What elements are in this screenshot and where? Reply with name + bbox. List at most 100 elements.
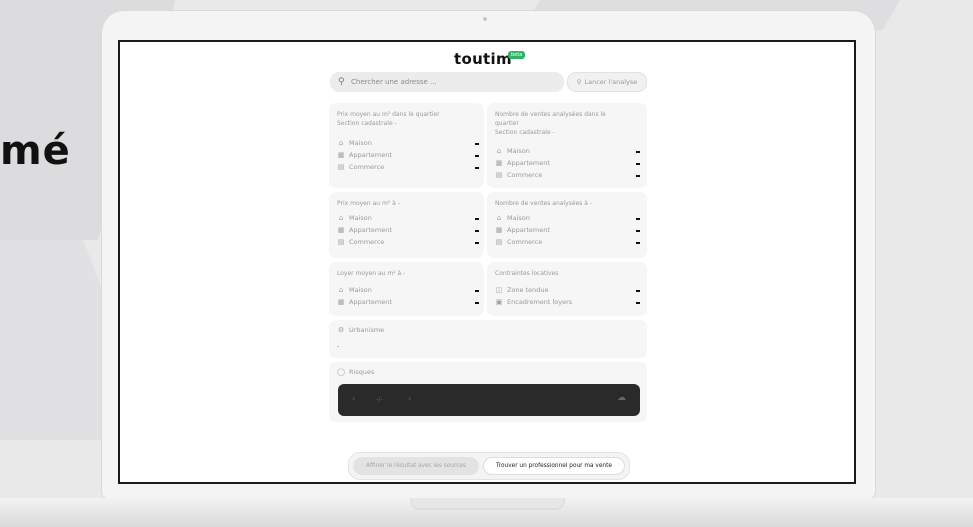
house-icon: ⌂ — [496, 147, 502, 155]
value-dash — [636, 230, 640, 232]
risks-header: ◯ Risques — [337, 368, 374, 376]
shop-icon: ▤ — [495, 238, 503, 246]
warning-icon: ◯ — [337, 368, 345, 376]
row-commerce: ▤ Commerce — [337, 238, 385, 246]
row-appartement: ▦ Appartement — [337, 226, 392, 234]
shop-icon: ▤ — [337, 163, 345, 171]
building-icon: ▦ — [495, 159, 503, 167]
chevron-left-icon[interactable]: ‹ — [352, 394, 355, 403]
launch-analysis-label: Lancer l'analyse — [584, 78, 638, 86]
cloud-download-icon[interactable]: ☁ — [617, 393, 626, 403]
row-label: Appartement — [349, 226, 392, 234]
row-label: Maison — [349, 214, 372, 222]
value-dash — [636, 175, 640, 177]
row-maison: ⌂ Maison — [337, 286, 372, 294]
beta-badge: beta — [508, 51, 526, 59]
card-title: Urbanisme — [349, 326, 385, 334]
card-title-line: Section cadastrale - — [495, 129, 555, 136]
frame-icon: ▣ — [495, 298, 503, 306]
search-icon: ⚲ — [338, 77, 345, 87]
value-dash — [636, 151, 640, 153]
search-input[interactable] — [351, 74, 551, 90]
chevron-right-icon[interactable]: › — [408, 394, 411, 403]
cropped-heading: mé — [0, 128, 71, 174]
row-commerce: ▤ Commerce — [495, 238, 543, 246]
building-icon: ▦ — [337, 226, 345, 234]
bottom-action-bar: Affiner le résultat avec les sources Tro… — [348, 452, 630, 480]
row-label: Commerce — [349, 163, 385, 171]
card-sales-quarter: Nombre de ventes analysées dans le quart… — [487, 103, 647, 188]
value-dash — [636, 290, 640, 292]
row-appartement: ▦ Appartement — [495, 159, 550, 167]
card-title-line: Nombre de ventes analysées dans le — [495, 111, 606, 118]
value-dash — [475, 143, 479, 145]
value-dash — [636, 242, 640, 244]
building-icon: ▦ — [337, 298, 345, 306]
row-label: Appartement — [507, 226, 550, 234]
row-label: Commerce — [349, 238, 385, 246]
grid-icon: ◫ — [495, 286, 503, 294]
card-rental-constraints: Contraintes locatives ◫ Zone tendue ▣ Enca… — [487, 262, 647, 316]
house-icon: ⌂ — [338, 286, 344, 294]
row-label: Maison — [507, 214, 530, 222]
card-title: Nombre de ventes analysées dans le quart… — [495, 110, 606, 137]
document-icon: ⚙ — [337, 326, 345, 334]
row-label: Commerce — [507, 171, 543, 179]
risks-carousel: ‹ -/- › ☁ — [338, 384, 640, 416]
card-title: Risques — [349, 368, 375, 376]
row-encadrement-loyers: ▣ Encadrement loyers — [495, 298, 573, 306]
row-maison: ⌂ Maison — [495, 214, 530, 222]
row-appartement: ▦ Appartement — [337, 151, 392, 159]
value-dash — [636, 163, 640, 165]
laptop-screen: toutim beta ⚲ ⚲ Lancer l'analyse Prix mo… — [118, 40, 856, 484]
refine-results-button[interactable]: Affiner le résultat avec les sources — [353, 457, 479, 475]
row-label: Appartement — [349, 298, 392, 306]
value-dash — [475, 167, 479, 169]
row-label: Maison — [349, 286, 372, 294]
search-icon: ⚲ — [576, 78, 582, 86]
row-zone-tendue: ◫ Zone tendue — [495, 286, 549, 294]
camera-dot — [483, 17, 487, 21]
card-price-quarter: Prix moyen au m² dans le quartier Sectio… — [329, 103, 484, 188]
row-appartement: ▦ Appartement — [495, 226, 550, 234]
card-title: Loyer moyen au m² à - — [337, 270, 406, 277]
card-rent-city: Loyer moyen au m² à - ⌂ Maison ▦ Apparteme… — [329, 262, 484, 316]
row-label: Encadrement loyers — [507, 298, 573, 306]
card-title: Prix moyen au m² à - — [337, 200, 400, 207]
value-dash — [475, 242, 479, 244]
value-dash — [475, 155, 479, 157]
building-icon: ▦ — [495, 226, 503, 234]
row-maison: ⌂ Maison — [337, 214, 372, 222]
card-price-city: Prix moyen au m² à - ⌂ Maison ▦ Appartemen… — [329, 192, 484, 258]
search-bar[interactable]: ⚲ — [330, 72, 564, 92]
row-label: Appartement — [507, 159, 550, 167]
house-icon: ⌂ — [338, 139, 344, 147]
app-logo[interactable]: toutim — [454, 50, 512, 68]
row-commerce: ▤ Commerce — [337, 163, 385, 171]
pager-indicator: -/- — [376, 395, 383, 403]
card-title-line: Section cadastrale - — [337, 120, 397, 127]
row-label: Commerce — [507, 238, 543, 246]
house-icon: ⌂ — [496, 214, 502, 222]
building-icon: ▦ — [337, 151, 345, 159]
shop-icon: ▤ — [337, 238, 345, 246]
urbanism-header: ⚙ Urbanisme — [337, 326, 384, 334]
row-label: Maison — [507, 147, 530, 155]
card-title-line: quartier — [495, 120, 519, 127]
value-dash — [475, 302, 479, 304]
value-dash — [636, 302, 640, 304]
find-professional-button[interactable]: Trouver un professionnel pour ma vente — [483, 457, 625, 475]
row-maison: ⌂ Maison — [495, 147, 530, 155]
card-sales-city: Nombre de ventes analysées à - ⌂ Maison ▦… — [487, 192, 647, 258]
row-label: Appartement — [349, 151, 392, 159]
value-dash — [475, 290, 479, 292]
launch-analysis-button[interactable]: ⚲ Lancer l'analyse — [567, 72, 647, 92]
shop-icon: ▤ — [495, 171, 503, 179]
card-title: Nombre de ventes analysées à - — [495, 200, 592, 207]
value-dash — [475, 218, 479, 220]
value-dash — [475, 230, 479, 232]
house-icon: ⌂ — [338, 214, 344, 222]
laptop-notch — [410, 498, 565, 510]
card-urbanism: ⚙ Urbanisme - — [329, 320, 647, 358]
row-maison: ⌂ Maison — [337, 139, 372, 147]
